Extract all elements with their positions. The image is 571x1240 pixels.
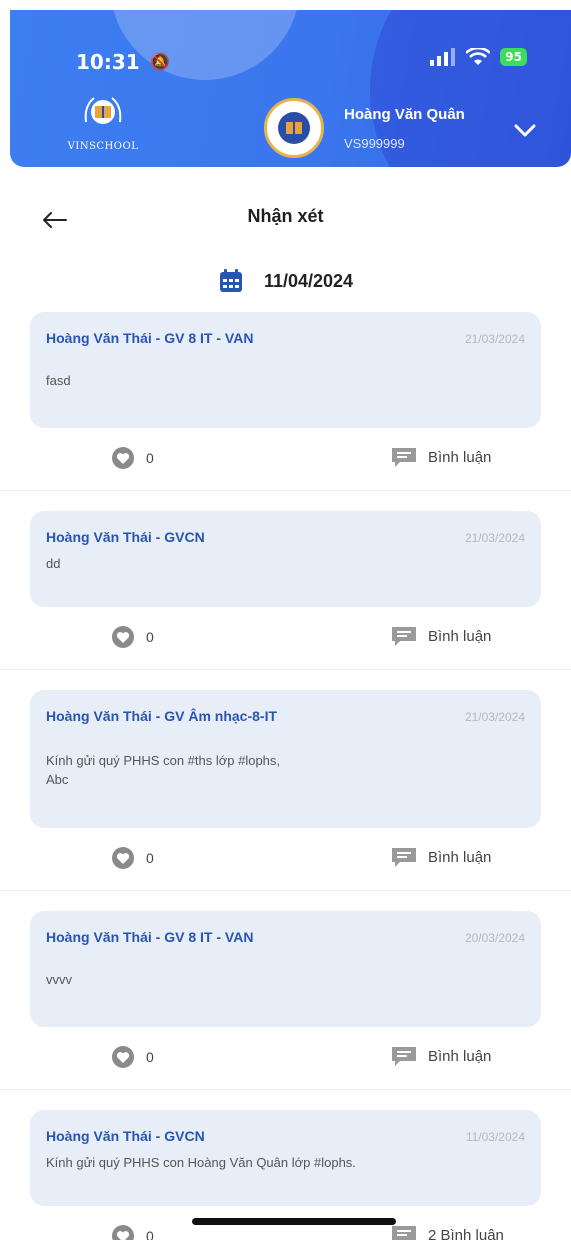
list-item: Hoàng Văn Thái - GVCN 21/03/2024 dd 0 Bì… [0,491,571,670]
comment-label: Bình luận [428,1047,492,1065]
comment-card[interactable]: Hoàng Văn Thái - GV 8 IT - VAN 21/03/202… [30,312,541,428]
comment-date: 21/03/2024 [464,710,525,724]
teacher-name: Hoàng Văn Thái - GVCN [46,1128,205,1144]
status-time: 10:31 [76,50,140,74]
comment-date: 21/03/2024 [464,531,525,545]
user-id: VS999999 [344,136,405,151]
teacher-name: Hoàng Văn Thái - GV Âm nhạc-8-IT [46,708,278,724]
teacher-name: Hoàng Văn Thái - GVCN [46,529,205,545]
comment-content: vvvv [46,972,72,987]
mute-icon: 🔕 [150,54,170,71]
comment-date: 21/03/2024 [464,332,525,346]
avatar[interactable] [264,98,324,158]
date-picker[interactable]: 11/04/2024 [0,268,571,294]
comment-button[interactable]: Bình luận [390,1045,491,1067]
chevron-down-icon [514,124,536,137]
battery-indicator: 95 [500,48,527,66]
selected-date: 11/04/2024 [263,270,354,291]
calendar-icon [219,269,242,292]
home-indicator[interactable] [192,1218,396,1225]
chat-bubble-icon [392,1047,416,1066]
heart-icon [112,447,134,469]
comment-content: Kính gửi quý PHHS con #ths lớp #lophs, A… [46,753,281,787]
card-actions: 0 Bình luận [0,428,571,490]
app-header: 10:31 🔕 95 VINSCHOOL Hoàng Văn Quân VS99… [10,10,571,167]
list-item: Hoàng Văn Thái - GV 8 IT - VAN 21/03/202… [0,312,571,491]
list-item: Hoàng Văn Thái - GV Âm nhạc-8-IT 21/03/2… [0,670,571,891]
wifi-icon [466,48,491,65]
school-badge-icon [278,112,310,144]
like-button[interactable]: 0 [110,1224,154,1240]
like-button[interactable]: 0 [110,446,154,470]
comment-card[interactable]: Hoàng Văn Thái - GVCN 21/03/2024 dd [30,511,541,607]
chat-bubble-icon [392,627,416,646]
school-name: VINSCHOOL [67,141,139,152]
school-crest-icon [84,97,122,124]
heart-icon [112,626,134,648]
comment-button[interactable]: Bình luận [390,625,491,647]
teacher-name: Hoàng Văn Thái - GV 8 IT - VAN [46,929,254,945]
comment-button[interactable]: Bình luận [390,846,491,868]
like-count: 0 [146,450,154,466]
card-actions: 0 Bình luận [0,828,571,890]
comment-card[interactable]: Hoàng Văn Thái - GV Âm nhạc-8-IT 21/03/2… [30,690,541,828]
like-count: 0 [146,1228,154,1240]
user-name: Hoàng Văn Quân [344,106,465,123]
school-logo: VINSCHOOL [58,92,148,152]
comment-card[interactable]: Hoàng Văn Thái - GV 8 IT - VAN 20/03/202… [30,911,541,1027]
comment-date: 20/03/2024 [464,931,525,945]
account-switch-button[interactable] [508,114,542,148]
comment-label: Bình luận [428,448,492,466]
comment-feed: Hoàng Văn Thái - GV 8 IT - VAN 21/03/202… [0,312,571,1240]
comment-label: Bình luận [428,848,492,866]
teacher-name: Hoàng Văn Thái - GV 8 IT - VAN [46,330,254,346]
chat-bubble-icon [392,1226,416,1240]
like-button[interactable]: 0 [110,625,154,649]
like-count: 0 [146,1049,154,1065]
comment-date: 11/03/2024 [465,1130,525,1144]
heart-icon [112,847,134,869]
status-indicators: 95 [430,48,527,66]
comment-label: Bình luận [428,627,492,645]
like-button[interactable]: 0 [110,846,154,870]
like-count: 0 [146,629,154,645]
comment-content: Kính gửi quý PHHS con Hoàng Văn Quân lớp… [46,1155,356,1170]
page-title: Nhận xét [247,206,324,226]
comment-label: 2 Bình luận [428,1226,504,1240]
list-item: Hoàng Văn Thái - GV 8 IT - VAN 20/03/202… [0,891,571,1090]
heart-icon [112,1225,134,1240]
card-actions: 0 Bình luận [0,1027,571,1089]
chat-bubble-icon [392,848,416,867]
comment-content: fasd [46,373,71,388]
comment-button[interactable]: Bình luận [390,446,491,468]
like-button[interactable]: 0 [110,1045,154,1069]
chat-bubble-icon [392,448,416,467]
like-count: 0 [146,850,154,866]
comment-button[interactable]: 2 Bình luận [390,1224,504,1240]
comment-content: dd [46,556,61,571]
signal-icon [430,48,456,66]
card-actions: 0 Bình luận [0,607,571,669]
heart-icon [112,1046,134,1068]
comment-card[interactable]: Hoàng Văn Thái - GVCN 11/03/2024 Kính gử… [30,1110,541,1206]
